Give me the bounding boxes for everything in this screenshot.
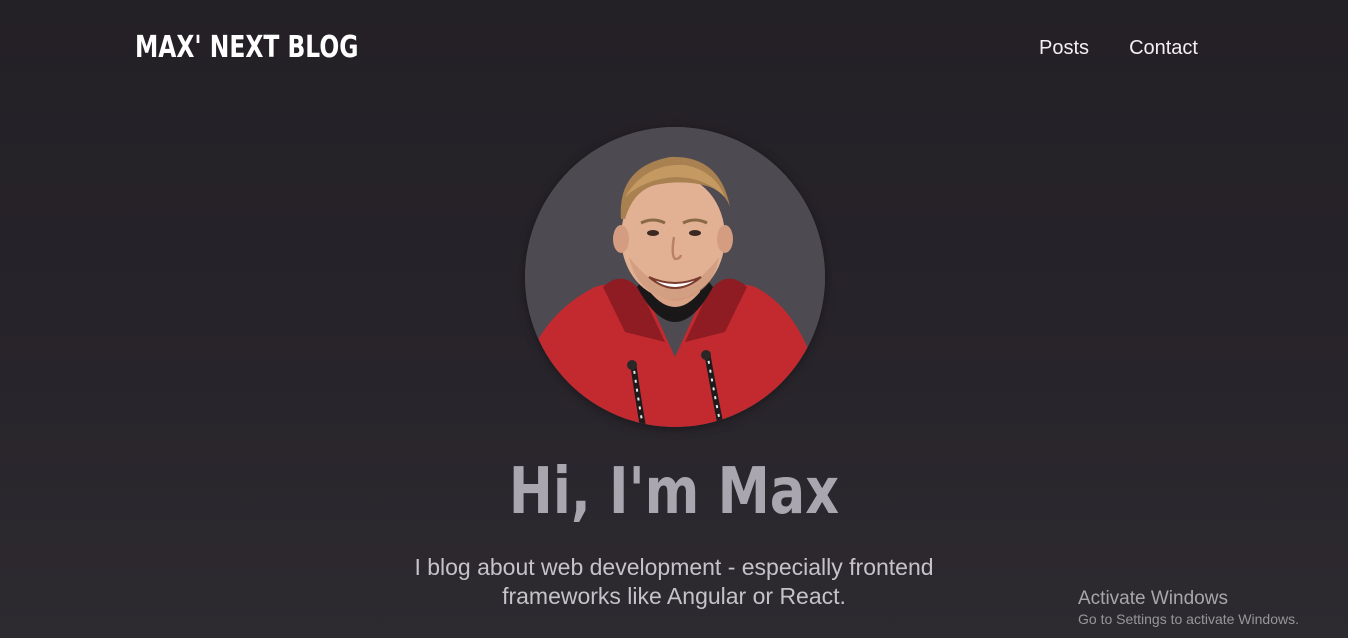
- hero-description: I blog about web development - especiall…: [414, 554, 934, 609]
- main-nav: Posts Contact: [1039, 36, 1198, 60]
- site-logo[interactable]: MAX' NEXT BLOG: [135, 28, 358, 68]
- watermark-subtitle: Go to Settings to activate Windows.: [1078, 611, 1299, 627]
- avatar-illustration: [525, 127, 825, 427]
- watermark-title: Activate Windows: [1078, 588, 1228, 609]
- avatar: [525, 127, 825, 427]
- nav-link-posts[interactable]: Posts: [1039, 36, 1089, 60]
- windows-activation-watermark: Activate Windows Go to Settings to activ…: [1078, 588, 1299, 628]
- nav-link-contact[interactable]: Contact: [1129, 36, 1198, 60]
- site-header: MAX' NEXT BLOG Posts Contact: [0, 0, 1348, 96]
- hero-title: Hi, I'm Max: [508, 455, 840, 529]
